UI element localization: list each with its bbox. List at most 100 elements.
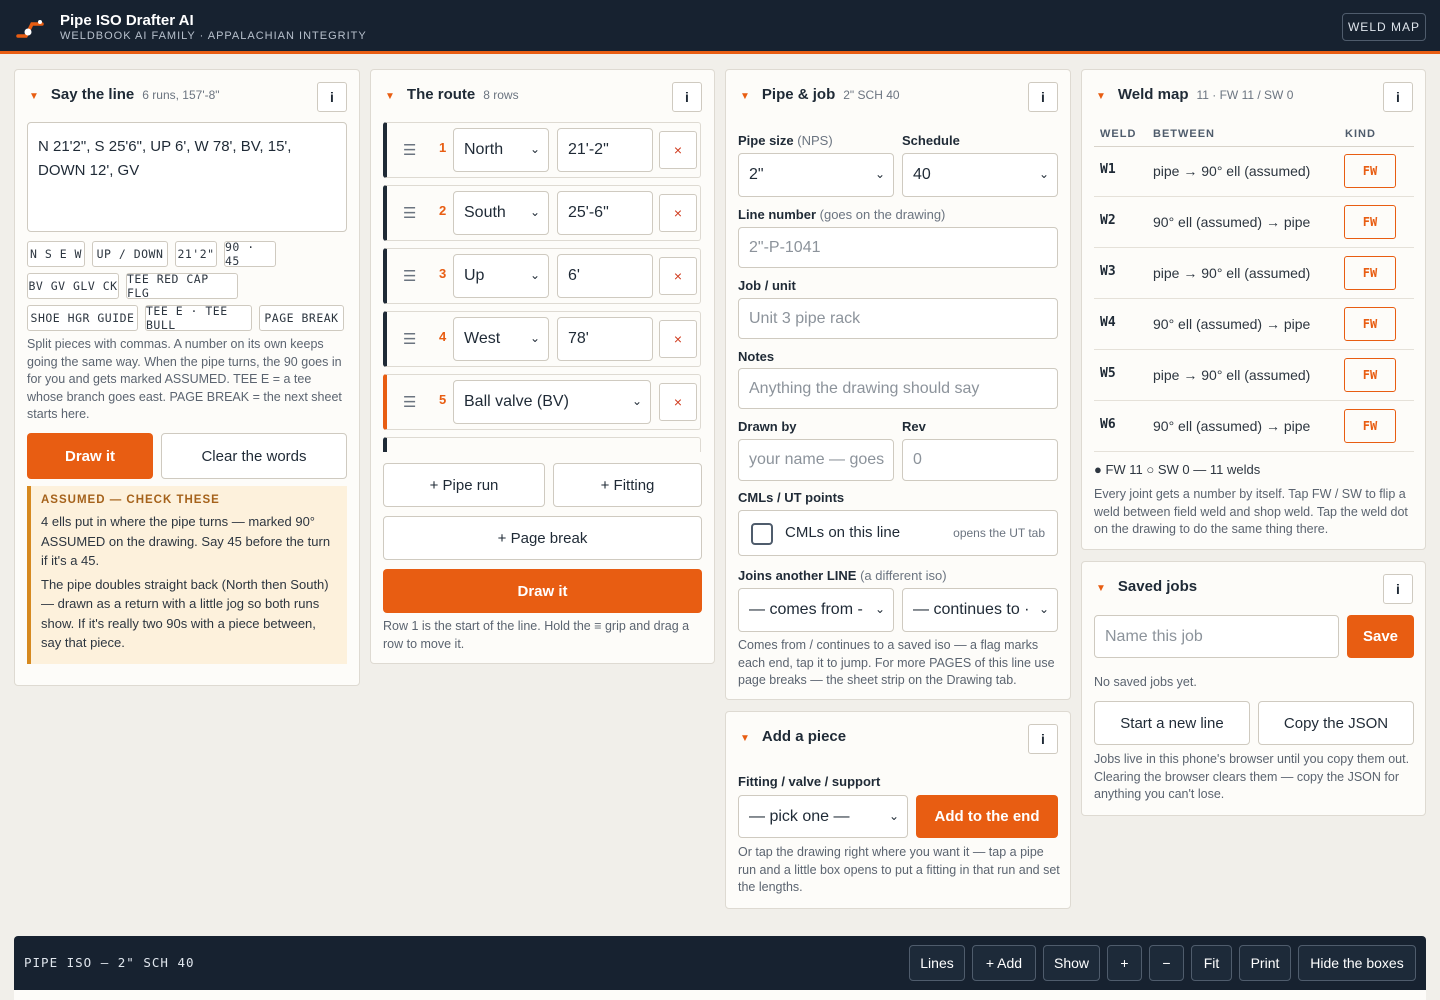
row-number: 5 (439, 392, 447, 407)
route-row[interactable]: ☰ 4 West ⌄ 78' × (383, 311, 701, 367)
remove-row-button[interactable]: × (659, 131, 697, 169)
weld-kind-toggle[interactable]: FW (1344, 307, 1396, 341)
run-length-input[interactable]: 78' (557, 317, 653, 361)
collapse-caret-icon[interactable]: ▼ (740, 733, 750, 744)
hide-boxes-button[interactable]: Hide the boxes (1298, 945, 1416, 981)
collapse-caret-icon[interactable]: ▼ (1096, 583, 1106, 594)
cml-hint: opens the UT tab (953, 526, 1045, 540)
continues-to-select[interactable]: — continues to · ⌄ (902, 588, 1058, 632)
remove-row-button[interactable]: × (659, 257, 697, 295)
weld-kind-toggle[interactable]: FW (1344, 256, 1396, 290)
fitting-type-select[interactable]: Ball valve (BV) ⌄ (453, 380, 651, 424)
collapse-caret-icon[interactable]: ▼ (385, 91, 395, 102)
drawing-canvas[interactable] (14, 990, 1426, 1000)
route-row[interactable] (383, 437, 701, 452)
drag-grip-icon[interactable]: ☰ (403, 330, 416, 348)
cml-toggle-row[interactable]: CMLs on this line opens the UT tab (738, 510, 1058, 556)
zoom-in-button[interactable]: + (1107, 945, 1142, 981)
pipe-size-label: Pipe size (NPS) (738, 133, 833, 148)
fit-button[interactable]: Fit (1191, 945, 1232, 981)
add-page-break-button[interactable]: + Page break (383, 516, 702, 560)
chip-page-break[interactable]: PAGE BREAK (259, 305, 344, 331)
add-pipe-run-button[interactable]: + Pipe run (383, 463, 545, 507)
remove-row-button[interactable]: × (659, 383, 697, 421)
cml-checkbox[interactable] (751, 523, 773, 545)
run-direction-select[interactable]: West ⌄ (453, 317, 549, 361)
route-row[interactable]: ☰ 2 South ⌄ 25'-6" × (383, 185, 701, 241)
job-name-input[interactable]: Name this job (1094, 615, 1339, 658)
schedule-select[interactable]: 40 ⌄ (902, 153, 1058, 197)
add-fitting-button[interactable]: + Fitting (553, 463, 702, 507)
notes-input[interactable]: Anything the drawing should say (738, 368, 1058, 409)
say-line-meta: 6 runs, 157'-8" (142, 88, 220, 102)
remove-row-button[interactable]: × (659, 194, 697, 232)
print-button[interactable]: Print (1239, 945, 1291, 981)
add-to-end-button[interactable]: Add to the end (916, 795, 1058, 838)
route-row[interactable]: ☰ 1 North ⌄ 21'-2" × (383, 122, 701, 178)
weld-kind-toggle[interactable]: FW (1344, 205, 1396, 239)
job-unit-input[interactable]: Unit 3 pipe rack (738, 298, 1058, 339)
route-header[interactable]: ▼ The route 8 rows (385, 86, 519, 103)
chip-valves[interactable]: BV GV GLV CK (27, 273, 119, 299)
pipe-size-select[interactable]: 2" ⌄ (738, 153, 894, 197)
draw-it-button[interactable]: Draw it (27, 433, 153, 479)
run-direction-select[interactable]: North ⌄ (453, 128, 549, 172)
chip-up-down[interactable]: UP / DOWN (92, 241, 168, 267)
comes-from-select[interactable]: — comes from - ⌄ (738, 588, 894, 632)
drag-grip-icon[interactable]: ☰ (403, 393, 416, 411)
drag-grip-icon[interactable]: ☰ (403, 141, 416, 159)
run-direction-select[interactable]: South ⌄ (453, 191, 549, 235)
info-button[interactable]: i (1028, 724, 1058, 754)
drag-grip-icon[interactable]: ☰ (403, 267, 416, 285)
chevron-down-icon: ⌄ (874, 167, 885, 181)
info-button[interactable]: i (672, 82, 702, 112)
chip-tees[interactable]: TEE E · TEE BULL (145, 304, 252, 332)
run-length-input[interactable]: 25'-6" (557, 191, 653, 235)
weld-kind-toggle[interactable]: FW (1344, 409, 1396, 443)
weld-kind-toggle[interactable]: FW (1344, 358, 1396, 392)
route-row[interactable]: ☰ 3 Up ⌄ 6' × (383, 248, 701, 304)
collapse-caret-icon[interactable]: ▼ (1096, 91, 1106, 102)
piece-type-select[interactable]: — pick one — ⌄ (738, 795, 908, 838)
remove-row-button[interactable]: × (659, 320, 697, 358)
start-new-line-button[interactable]: Start a new line (1094, 701, 1250, 745)
add-button[interactable]: + Add (972, 945, 1036, 981)
info-button[interactable]: i (317, 82, 347, 112)
lines-button[interactable]: Lines (909, 945, 965, 981)
drag-grip-icon[interactable]: ☰ (403, 204, 416, 222)
chip-directions[interactable]: N S E W (27, 241, 85, 267)
weld-map-button[interactable]: WELD MAP (1342, 13, 1426, 41)
run-direction-select[interactable]: Up ⌄ (453, 254, 549, 298)
chip-fittings[interactable]: TEE RED CAP FLG (126, 272, 238, 300)
collapse-caret-icon[interactable]: ▼ (740, 91, 750, 102)
collapse-caret-icon[interactable]: ▼ (29, 91, 39, 102)
info-button[interactable]: i (1028, 82, 1058, 112)
line-text-input[interactable]: N 21'2", S 25'6", UP 6', W 78', BV, 15',… (27, 122, 347, 232)
clear-words-button[interactable]: Clear the words (161, 433, 347, 479)
line-number-input[interactable]: 2"-P-1041 (738, 227, 1058, 268)
weld-kind-toggle[interactable]: FW (1344, 154, 1396, 188)
route-row[interactable]: ☰ 5 Ball valve (BV) ⌄ × (383, 374, 701, 430)
chip-length[interactable]: 21'2" (175, 241, 217, 267)
chip-angles[interactable]: 90 · 45 (224, 240, 276, 268)
add-piece-header[interactable]: ▼ Add a piece (740, 728, 846, 745)
info-button[interactable]: i (1383, 574, 1413, 604)
rev-input[interactable]: 0 (902, 439, 1058, 481)
copy-json-button[interactable]: Copy the JSON (1258, 701, 1414, 745)
show-button[interactable]: Show (1043, 945, 1100, 981)
weld-map-card: ▼ Weld map 11 · FW 11 / SW 0 i WELD BETW… (1081, 69, 1426, 550)
drawn-by-input[interactable]: your name — goes (738, 439, 894, 481)
info-button[interactable]: i (1383, 82, 1413, 112)
run-length-input[interactable]: 21'-2" (557, 128, 653, 172)
saved-jobs-header[interactable]: ▼ Saved jobs (1096, 578, 1197, 595)
weld-between: 90° ell (assumed) → pipe (1153, 418, 1311, 434)
draw-it-button[interactable]: Draw it (383, 569, 702, 613)
run-length-input[interactable]: 6' (557, 254, 653, 298)
save-job-button[interactable]: Save (1347, 615, 1414, 658)
pipe-job-header[interactable]: ▼ Pipe & job 2" SCH 40 (740, 86, 900, 103)
weld-map-header[interactable]: ▼ Weld map 11 · FW 11 / SW 0 (1096, 86, 1293, 103)
saved-jobs-card: ▼ Saved jobs i Name this job Save No sav… (1081, 561, 1426, 816)
zoom-out-button[interactable]: − (1149, 945, 1184, 981)
chip-supports[interactable]: SHOE HGR GUIDE (27, 305, 138, 331)
say-line-header[interactable]: ▼ Say the line 6 runs, 157'-8" (29, 86, 220, 103)
